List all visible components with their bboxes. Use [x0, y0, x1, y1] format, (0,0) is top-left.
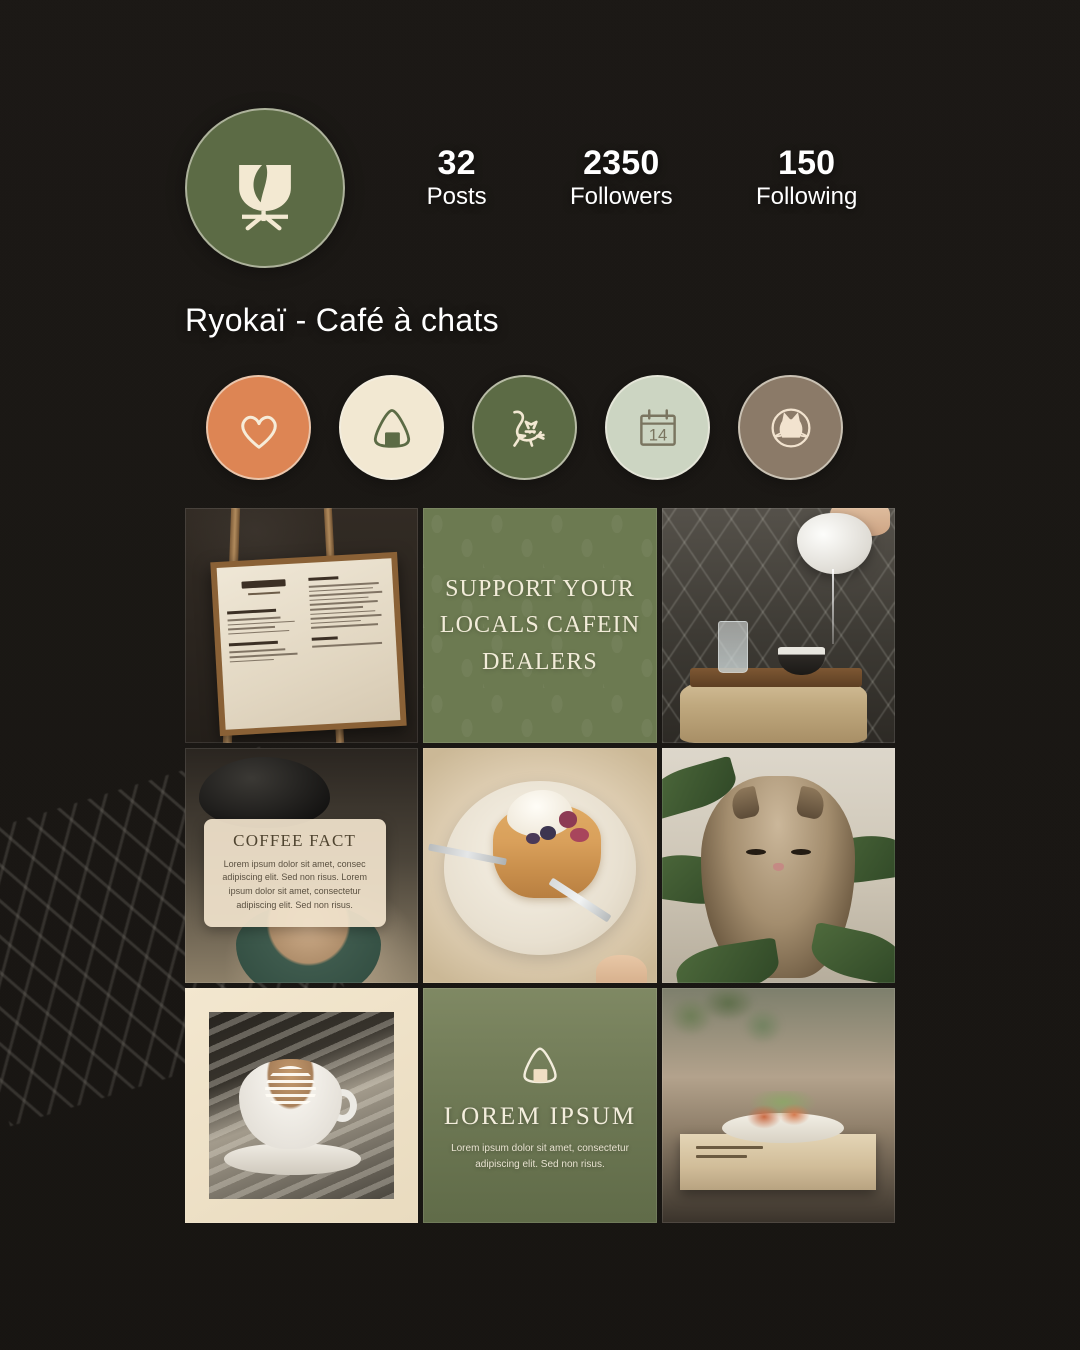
- post-menu-board[interactable]: [185, 508, 419, 743]
- profile-header: 32 Posts 2350 Followers 150 Following Ry…: [185, 108, 905, 339]
- posts-count: 32: [437, 144, 476, 182]
- highlight-heart[interactable]: [206, 375, 311, 480]
- highlight-onigiri[interactable]: [339, 375, 444, 480]
- posts-label: Posts: [426, 183, 487, 211]
- post-pancakes[interactable]: [423, 748, 657, 983]
- post-latte-art[interactable]: [185, 988, 419, 1223]
- heart-icon: [231, 400, 287, 456]
- story-highlights: 14: [206, 375, 886, 480]
- post-lorem-ipsum[interactable]: LOREM IPSUM Lorem ipsum dolor sit amet, …: [423, 988, 657, 1223]
- lorem-body: Lorem ipsum dolor sit amet, consectetur …: [451, 1142, 629, 1170]
- post-salad-book[interactable]: [661, 988, 895, 1223]
- profile-username: Ryokaï - Café à chats: [185, 302, 499, 338]
- quote-line-2: LOCALS CAFEIN: [439, 612, 641, 639]
- stat-followers[interactable]: 2350 Followers: [570, 144, 673, 211]
- stat-following[interactable]: 150 Following: [756, 144, 857, 211]
- lorem-title: LOREM IPSUM: [443, 1102, 637, 1130]
- following-label: Following: [755, 183, 858, 211]
- cat-play-icon: [497, 400, 553, 456]
- svg-text:14: 14: [648, 425, 666, 444]
- quote-line-3: DEALERS: [482, 648, 598, 675]
- highlight-cat-play[interactable]: [472, 375, 577, 480]
- cat-face-icon: [763, 400, 819, 456]
- onigiri-icon: [514, 1039, 566, 1091]
- quote-text: SUPPORT YOUR LOCALS CAFEIN DEALERS: [426, 571, 654, 680]
- post-coffee-fact[interactable]: COFFEE FACT Lorem ipsum dolor sit amet, …: [185, 748, 419, 983]
- post-grid: SUPPORT YOUR LOCALS CAFEIN DEALERS COFFE…: [185, 508, 895, 1223]
- stat-posts[interactable]: 32 Posts: [427, 144, 487, 211]
- post-cat-plant[interactable]: [661, 748, 895, 983]
- coffee-fact-card: COFFEE FACT Lorem ipsum dolor sit amet, …: [203, 818, 386, 928]
- followers-count: 2350: [583, 144, 660, 182]
- highlight-calendar[interactable]: 14: [605, 375, 710, 480]
- calendar-icon: 14: [630, 400, 686, 456]
- followers-label: Followers: [569, 183, 673, 211]
- coffee-fact-body: Lorem ipsum dolor sit amet, consec adipi…: [222, 858, 367, 911]
- following-count: 150: [777, 144, 836, 182]
- avatar[interactable]: [185, 108, 345, 268]
- leaf-cup-logo-icon: [219, 142, 311, 234]
- olive-branch-backdrop: [661, 988, 807, 1082]
- profile-stats: 32 Posts 2350 Followers 150 Following: [345, 108, 905, 211]
- quote-line-1: SUPPORT YOUR: [445, 575, 635, 602]
- highlight-cat-face[interactable]: [738, 375, 843, 480]
- instagram-profile-mockup: 32 Posts 2350 Followers 150 Following Ry…: [0, 0, 1080, 1350]
- onigiri-icon: [364, 400, 420, 456]
- post-tea-pour[interactable]: [661, 508, 895, 743]
- coffee-fact-title: COFFEE FACT: [233, 830, 357, 850]
- post-support-quote[interactable]: SUPPORT YOUR LOCALS CAFEIN DEALERS: [423, 508, 657, 743]
